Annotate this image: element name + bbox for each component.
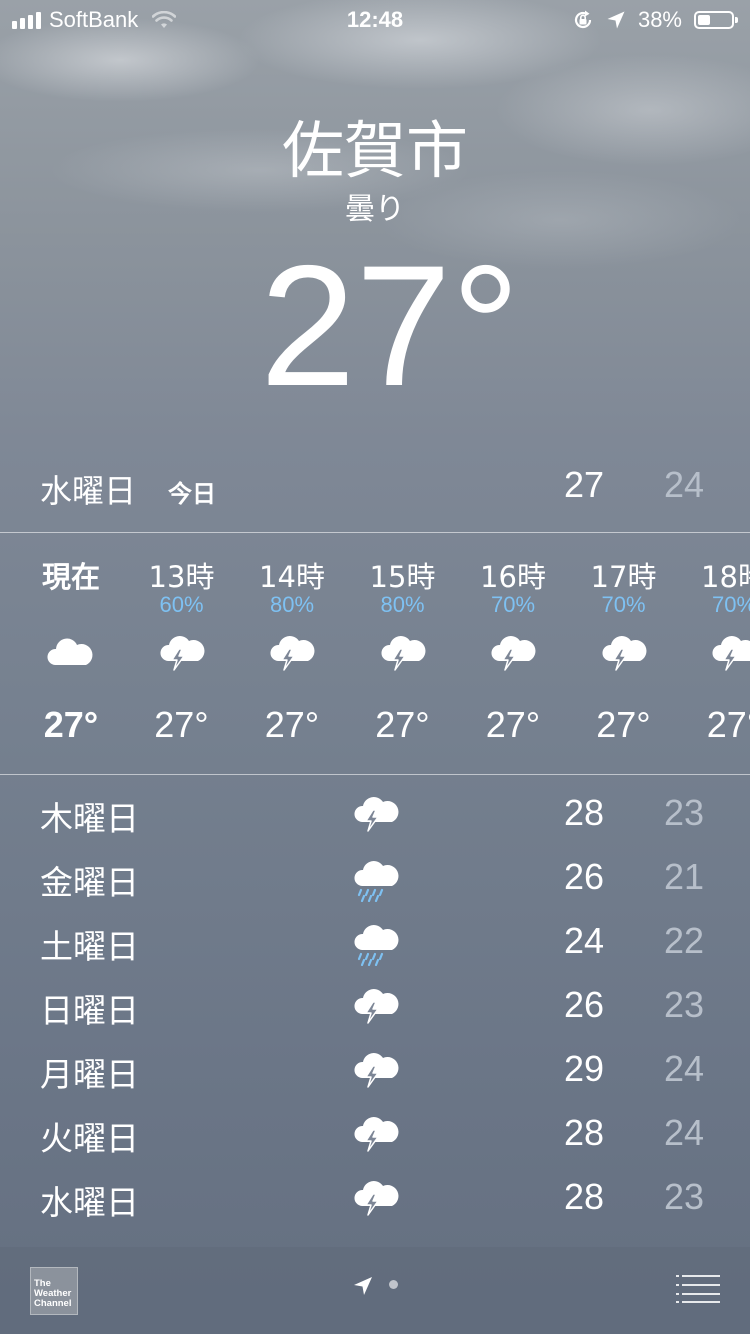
- day-low: 24: [663, 1112, 705, 1153]
- thunderstorm-icon: [350, 1048, 402, 1094]
- location-arrow-icon: [607, 11, 625, 29]
- day-low: 24: [663, 1048, 705, 1089]
- hour-temp: 27°: [264, 704, 320, 745]
- status-right: 38%: [572, 7, 738, 33]
- hour-temp: 27°: [154, 704, 209, 745]
- hour-time: 17時: [590, 560, 657, 594]
- hour-time: 15時: [369, 560, 436, 594]
- day-name: 火曜日: [40, 1119, 139, 1158]
- day-name: 木曜日: [40, 799, 139, 838]
- daily-row: 金曜日 26 21: [0, 846, 750, 910]
- hour-temp: 27°: [596, 704, 651, 745]
- day-high: 28: [563, 1176, 605, 1217]
- logo-line: The: [34, 1278, 51, 1289]
- hour-temp: 27°: [706, 704, 750, 745]
- weather-channel-logo[interactable]: The Weather Channel: [30, 1267, 78, 1315]
- thunderstorm-icon: [156, 631, 208, 673]
- day-high: 29: [563, 1048, 605, 1089]
- day-name: 月曜日: [40, 1055, 139, 1094]
- precip-chance: 60%: [159, 592, 204, 617]
- hour-temp: 27°: [43, 704, 99, 745]
- precip-chance: 70%: [711, 592, 750, 617]
- thunderstorm-icon: [598, 631, 650, 673]
- rain-icon: [350, 920, 402, 967]
- hour-temp: 27°: [375, 704, 430, 745]
- rain-icon: [350, 856, 402, 903]
- today-row: 水曜日 今日 27 24: [0, 462, 750, 512]
- status-bar: SoftBank 12:48 38%: [0, 0, 750, 40]
- hourly-forecast[interactable]: 現在 27° 13時 60% 27° 14時 80% 27° 15時 80% 27° 16時 70% 27…: [0, 534, 750, 774]
- daily-row: 日曜日 26 23: [0, 974, 750, 1038]
- precip-chance: 80%: [380, 592, 425, 617]
- day-low: 21: [663, 856, 705, 897]
- precip-chance: 80%: [269, 592, 315, 617]
- thunderstorm-icon: [350, 984, 402, 1030]
- thunderstorm-icon: [377, 631, 429, 673]
- day-high: 26: [563, 984, 605, 1025]
- divider-bottom: [0, 774, 750, 775]
- divider-top: [0, 532, 750, 533]
- daily-row: 月曜日 29 24: [0, 1038, 750, 1102]
- day-high: 28: [563, 1112, 605, 1153]
- cloud-icon: [45, 631, 97, 673]
- today-label: 今日: [168, 480, 216, 508]
- thunderstorm-icon: [708, 631, 750, 673]
- hour-time: 18時: [701, 560, 750, 594]
- daily-row: 火曜日 28 24: [0, 1102, 750, 1166]
- day-low: 23: [663, 1176, 705, 1217]
- day-high: 26: [563, 856, 605, 897]
- day-name: 金曜日: [40, 863, 139, 902]
- precip-chance: 70%: [490, 592, 536, 617]
- hour-time: 13時: [148, 560, 215, 594]
- thunderstorm-icon: [487, 631, 539, 673]
- day-name: 水曜日: [40, 1183, 139, 1222]
- today-high: 27: [563, 464, 605, 505]
- daily-row: 木曜日 28 23: [0, 782, 750, 846]
- day-name: 土曜日: [40, 927, 139, 966]
- battery-icon: [694, 11, 738, 29]
- daily-row: 土曜日 24 22: [0, 910, 750, 974]
- page-dot[interactable]: [389, 1280, 398, 1289]
- thunderstorm-icon: [266, 631, 318, 673]
- logo-line: Channel: [34, 1298, 72, 1309]
- daily-forecast[interactable]: 木曜日 28 23 金曜日 26 21 土曜日 24 22 日曜日 26 23 月曜日 29 24 火曜日 28…: [0, 782, 750, 1247]
- day-low: 23: [663, 792, 705, 833]
- hour-time: 現在: [41, 560, 100, 594]
- today-low: 24: [663, 464, 705, 505]
- hour-temp: 27°: [485, 704, 541, 745]
- current-temperature: 27°: [259, 230, 521, 422]
- battery-percent: 38%: [637, 7, 682, 32]
- city-name: 佐賀市: [281, 114, 468, 187]
- hour-time: 14時: [259, 560, 325, 594]
- location-arrow-icon[interactable]: [352, 1275, 374, 1297]
- day-low: 23: [663, 984, 705, 1025]
- day-high: 24: [563, 920, 605, 961]
- hour-time: 16時: [480, 560, 546, 594]
- day-low: 22: [663, 920, 705, 961]
- daily-row: 水曜日 28 23: [0, 1166, 750, 1230]
- battery-level: [698, 15, 710, 25]
- thunderstorm-icon: [350, 792, 402, 838]
- day-high: 28: [563, 792, 605, 833]
- orientation-lock-icon: [574, 10, 592, 29]
- precip-chance: 70%: [601, 592, 646, 617]
- today-day: 水曜日: [40, 472, 137, 510]
- bottom-bar: The Weather Channel: [0, 1247, 750, 1334]
- thunderstorm-icon: [350, 1176, 402, 1222]
- current-condition: 曇り: [345, 192, 405, 227]
- day-name: 日曜日: [40, 991, 139, 1030]
- list-icon[interactable]: [676, 1274, 720, 1304]
- thunderstorm-icon: [350, 1112, 402, 1158]
